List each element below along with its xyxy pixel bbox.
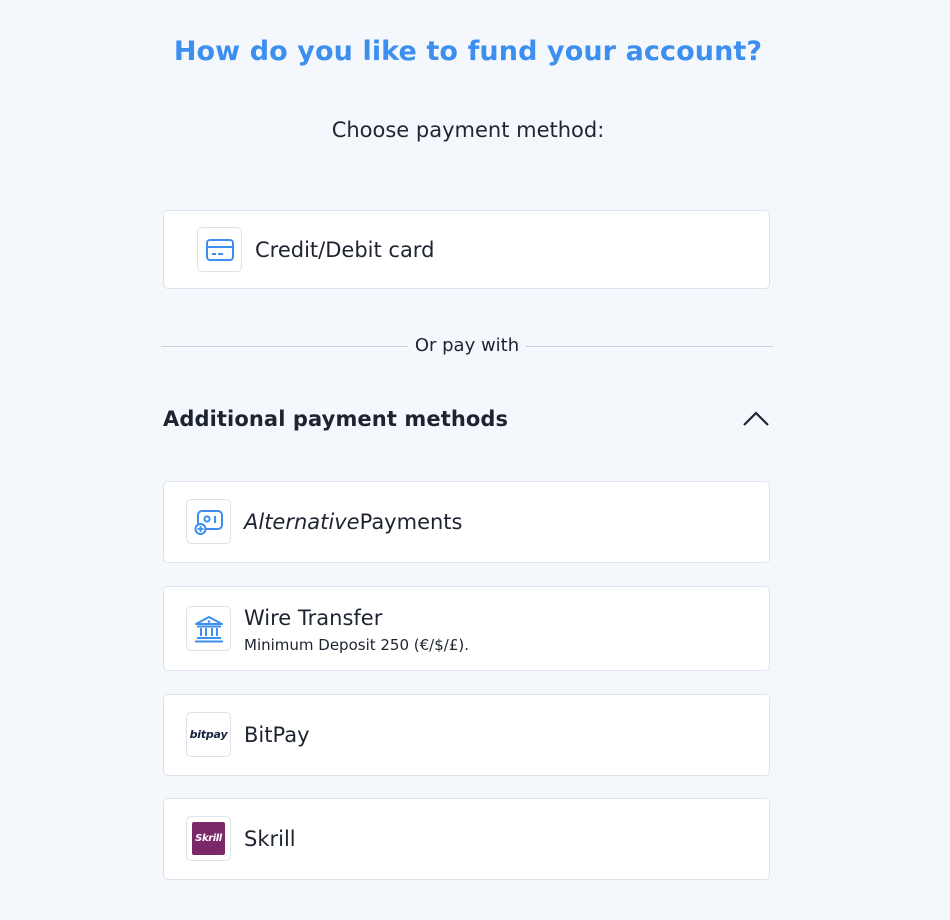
skrill-option[interactable]: Skrill Skrill bbox=[163, 798, 770, 880]
skrill-logo-text: Skrill bbox=[195, 833, 222, 844]
wire-transfer-label: Wire Transfer bbox=[244, 606, 383, 630]
alternative-payments-label-rest: Payments bbox=[359, 510, 463, 534]
chevron-up-icon bbox=[743, 411, 769, 426]
fund-account-page: How do you like to fund your account? Ch… bbox=[0, 0, 950, 920]
wire-transfer-option[interactable]: Wire Transfer Minimum Deposit 250 (€/$/£… bbox=[163, 586, 770, 671]
bitpay-logo: bitpay bbox=[186, 712, 231, 757]
skrill-logo: Skrill bbox=[186, 816, 231, 861]
alternative-payments-option[interactable]: AlternativePayments bbox=[163, 481, 770, 563]
alternative-payments-label: AlternativePayments bbox=[244, 510, 462, 534]
bank-icon bbox=[186, 606, 231, 651]
alternative-payments-label-italic: Alternative bbox=[244, 510, 360, 534]
credit-debit-card-option[interactable]: Credit/Debit card bbox=[163, 210, 770, 289]
or-pay-with-divider: Or pay with bbox=[161, 335, 773, 359]
bitpay-logo-text: bitpay bbox=[189, 728, 228, 741]
credit-debit-card-label: Credit/Debit card bbox=[255, 238, 435, 262]
alternative-payments-icon bbox=[186, 499, 231, 544]
skrill-label: Skrill bbox=[244, 827, 296, 851]
additional-methods-title: Additional payment methods bbox=[163, 407, 509, 431]
divider-text: Or pay with bbox=[407, 335, 527, 356]
page-title: How do you like to fund your account? bbox=[173, 36, 763, 67]
page-subtitle: Choose payment method: bbox=[331, 118, 605, 142]
credit-card-icon bbox=[197, 227, 242, 272]
additional-methods-toggle[interactable]: Additional payment methods bbox=[163, 404, 770, 438]
wire-transfer-minimum-deposit: Minimum Deposit 250 (€/$/£). bbox=[244, 636, 469, 654]
bitpay-label: BitPay bbox=[244, 723, 310, 747]
skrill-logo-mark: Skrill bbox=[192, 822, 225, 855]
bitpay-option[interactable]: bitpay BitPay bbox=[163, 694, 770, 776]
